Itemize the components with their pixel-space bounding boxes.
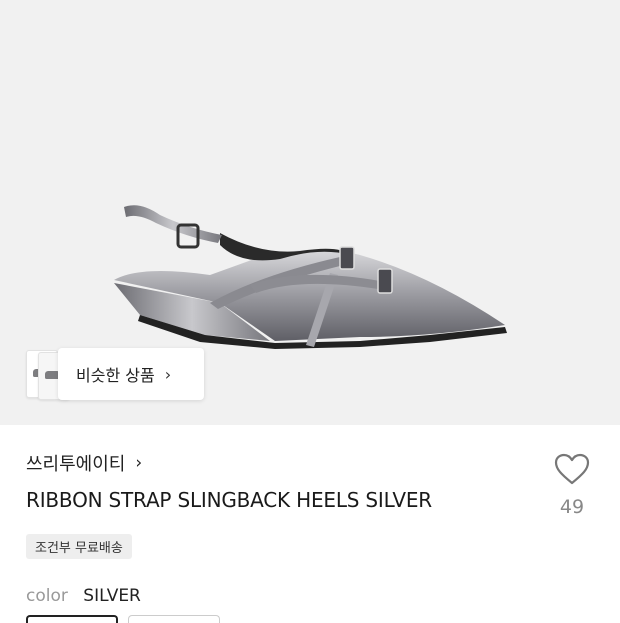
product-title: RIBBON STRAP SLINGBACK HEELS SILVER: [26, 488, 432, 512]
product-image-area[interactable]: 비슷한 상품 ›: [0, 0, 620, 425]
chevron-right-icon: ›: [135, 453, 143, 473]
similar-products-label: 비슷한 상품: [76, 366, 155, 385]
chevron-right-icon: ›: [164, 364, 172, 384]
similar-products-button[interactable]: 비슷한 상품 ›: [58, 348, 204, 400]
color-value: SILVER: [83, 586, 141, 606]
shipping-badge: 조건부 무료배송: [26, 534, 132, 559]
color-label: color: [26, 586, 68, 606]
shop-link[interactable]: 쓰리투에이티 ›: [26, 450, 142, 476]
product-image-shoe: [114, 205, 507, 349]
color-option[interactable]: [128, 615, 220, 623]
like-button[interactable]: 49: [548, 452, 596, 518]
shop-name: 쓰리투에이티: [26, 454, 126, 475]
color-option-selected[interactable]: [26, 615, 118, 623]
like-count: 49: [559, 496, 585, 518]
heart-icon: [554, 453, 590, 485]
color-info: color SILVER: [26, 586, 141, 606]
